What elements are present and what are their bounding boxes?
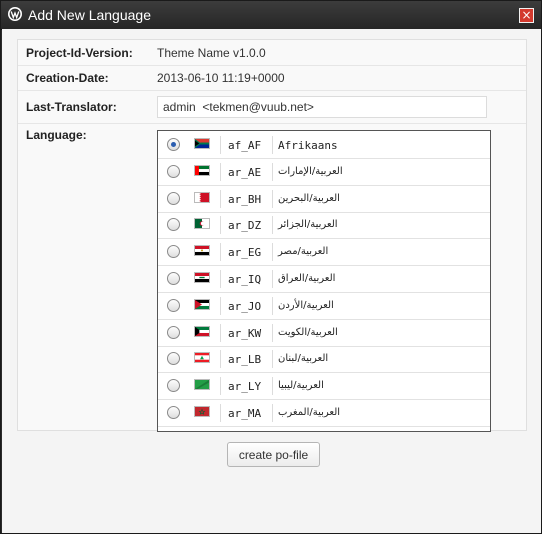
language-option-ar-ma[interactable]: ar_MA العربية/المغرب (158, 400, 490, 427)
language-radio[interactable] (167, 191, 180, 205)
column-divider (220, 323, 221, 342)
language-name: العربية/الجزائر (278, 219, 338, 231)
last-translator-input[interactable] (157, 96, 487, 118)
language-option-af-af[interactable]: af_AF Afrikaans (158, 132, 490, 159)
flag-ar-ly-icon (194, 379, 210, 391)
column-divider (220, 243, 221, 262)
language-option-ar-lb[interactable]: ar_LB العربية/لبنان (158, 346, 490, 374)
flag-ar-ma-icon (194, 406, 210, 417)
language-name: العربية/الإمارات (278, 165, 343, 177)
column-divider (220, 270, 221, 288)
dialog-title: Add New Language (28, 7, 151, 23)
language-option-ar-ly[interactable]: ar_LY العربية/ليبيا (158, 373, 490, 401)
column-divider (272, 350, 273, 369)
column-divider (272, 189, 273, 208)
creation-date-value: 2013-06-10 11:19+0000 (157, 71, 285, 85)
column-divider (220, 296, 221, 315)
creation-date-row: Creation-Date: 2013-06-10 11:19+0000 (18, 65, 526, 91)
language-form: Project-Id-Version: Theme Name v1.0.0 Cr… (17, 39, 527, 432)
create-po-file-button[interactable]: create po-file (227, 442, 320, 467)
language-list[interactable]: af_AF Afrikaans ar_AE العربية/الإمارات ar_BH… (157, 130, 491, 432)
language-radio[interactable] (167, 352, 180, 366)
project-id-row: Project-Id-Version: Theme Name v1.0.0 (18, 40, 526, 66)
dialog-titlebar[interactable]: Add New Language × (1, 1, 541, 30)
close-button[interactable]: × (519, 8, 534, 23)
column-divider (220, 350, 221, 369)
column-divider (272, 270, 273, 288)
column-divider (220, 136, 221, 154)
column-divider (272, 404, 273, 422)
wordpress-logo-icon (8, 7, 22, 21)
language-radio[interactable] (167, 218, 180, 232)
column-divider (272, 323, 273, 342)
flag-ar-ae-icon (194, 164, 210, 176)
language-radio[interactable] (167, 164, 180, 178)
language-name: العربية/العراق (278, 273, 336, 284)
language-code: ar_AE (228, 165, 262, 179)
creation-date-label: Creation-Date: (26, 71, 109, 85)
column-divider (272, 243, 273, 262)
language-radio[interactable] (167, 298, 180, 312)
language-name: العربية/مصر (278, 246, 329, 258)
project-id-value: Theme Name v1.0.0 (157, 46, 266, 60)
language-option-ar-kw[interactable]: ar_KW العربية/الكويت (158, 320, 490, 347)
column-divider (272, 136, 273, 154)
add-language-dialog: Add New Language × Project-Id-Version: T… (0, 0, 542, 534)
language-code: ar_IQ (228, 273, 262, 286)
flag-ar-eg-icon (194, 245, 210, 257)
language-code: ar_JO (228, 299, 262, 313)
column-divider (220, 162, 221, 181)
language-radio[interactable] (167, 138, 180, 151)
column-divider (272, 296, 273, 315)
flag-ar-dz-icon (194, 218, 210, 230)
language-name: العربية/لبنان (278, 353, 329, 365)
language-code: ar_DZ (228, 219, 262, 233)
language-code: af_AF (228, 139, 262, 152)
column-divider (220, 377, 221, 396)
column-divider (272, 216, 273, 235)
last-translator-row: Last-Translator: (18, 91, 526, 124)
language-code: ar_KW (228, 326, 262, 340)
language-option-ar-iq[interactable]: ar_IQ العربية/العراق (158, 266, 490, 293)
last-translator-label: Last-Translator: (26, 100, 117, 114)
column-divider (220, 404, 221, 422)
language-code: ar_BH (228, 192, 262, 206)
dialog-content: Project-Id-Version: Theme Name v1.0.0 Cr… (2, 29, 541, 533)
language-code: ar_EG (228, 246, 262, 260)
column-divider (220, 189, 221, 208)
flag-ar-jo-icon (194, 298, 210, 310)
language-option-partial[interactable] (158, 427, 490, 431)
column-divider (220, 216, 221, 235)
column-divider (272, 377, 273, 396)
language-name: العربية/ليبيا (278, 380, 324, 392)
language-name: Afrikaans (278, 139, 338, 152)
language-name: العربية/الكويت (278, 326, 338, 338)
project-id-label: Project-Id-Version: (26, 46, 133, 60)
language-code: ar_MA (228, 407, 262, 420)
language-radio[interactable] (167, 406, 180, 419)
language-code: ar_LB (228, 353, 262, 367)
language-label: Language: (26, 128, 87, 142)
flag-ar-kw-icon (194, 325, 210, 337)
language-name: العربية/البحرين (278, 192, 340, 204)
language-radio[interactable] (167, 379, 180, 393)
language-option-ar-eg[interactable]: ar_EG العربية/مصر (158, 239, 490, 267)
language-code: ar_LY (228, 380, 262, 394)
language-option-ar-dz[interactable]: ar_DZ العربية/الجزائر (158, 212, 490, 240)
language-radio[interactable] (167, 325, 180, 339)
flag-af-af-icon (194, 138, 210, 149)
language-name: العربية/الأردن (278, 299, 334, 311)
language-radio[interactable] (167, 245, 180, 259)
flag-ar-bh-icon (194, 191, 210, 203)
column-divider (272, 162, 273, 181)
flag-ar-iq-icon (194, 272, 210, 283)
language-option-ar-ae[interactable]: ar_AE العربية/الإمارات (158, 159, 490, 186)
language-radio[interactable] (167, 272, 180, 285)
close-icon: × (521, 8, 532, 22)
language-option-ar-jo[interactable]: ar_JO العربية/الأردن (158, 293, 490, 320)
language-row: Language: af_AF Afrikaans ar_AE العربية/الإ… (18, 124, 526, 432)
flag-ar-lb-icon (194, 352, 210, 364)
language-option-ar-bh[interactable]: ar_BH العربية/البحرين (158, 186, 490, 213)
language-name: العربية/المغرب (278, 407, 341, 418)
